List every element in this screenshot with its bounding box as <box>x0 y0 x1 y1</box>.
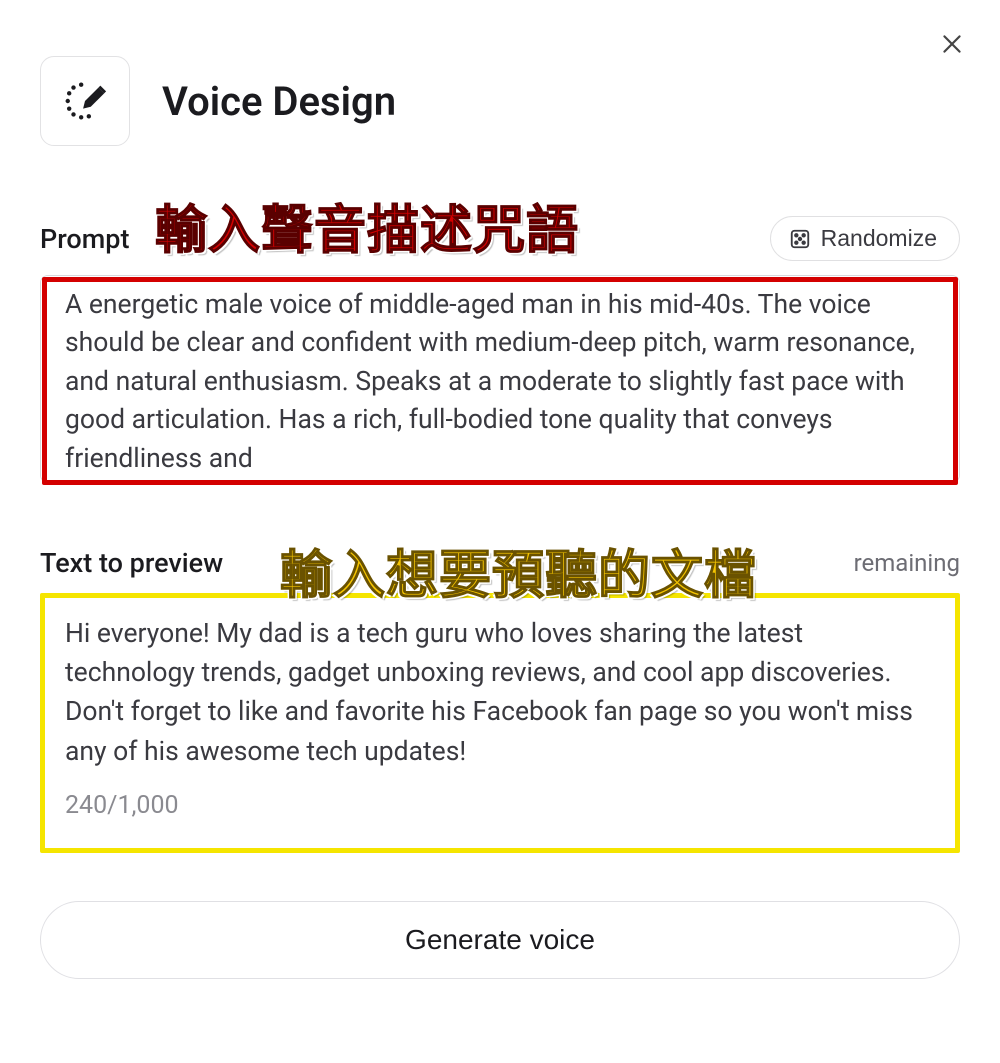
randomize-button[interactable]: Randomize <box>770 216 960 261</box>
preview-counter: 240/1,000 <box>65 787 935 824</box>
preview-section: Text to preview remaining 輸入想要預聽的文檔 Hi e… <box>0 547 1000 853</box>
prompt-textarea[interactable] <box>40 275 960 483</box>
prompt-section: Prompt Randomize 輸入聲音描述咒語 <box>0 216 1000 487</box>
close-icon <box>939 31 965 57</box>
randomize-label: Randomize <box>821 225 937 252</box>
prompt-label-row: Prompt Randomize 輸入聲音描述咒語 <box>40 216 960 261</box>
randomize-icon <box>789 228 811 250</box>
preview-remaining: remaining <box>854 549 960 577</box>
prompt-textarea-wrap <box>40 275 960 487</box>
preview-label-row: Text to preview remaining 輸入想要預聽的文檔 <box>40 547 960 579</box>
prompt-label: Prompt <box>40 223 129 255</box>
close-button[interactable] <box>936 28 968 60</box>
preview-textarea[interactable]: Hi everyone! My dad is a tech guru who l… <box>40 593 960 853</box>
voice-design-icon <box>62 78 108 124</box>
preview-text: Hi everyone! My dad is a tech guru who l… <box>65 618 913 767</box>
dialog-title: Voice Design <box>162 78 396 125</box>
dialog-header: Voice Design <box>0 0 1000 156</box>
preview-box-wrap: Hi everyone! My dad is a tech guru who l… <box>40 593 960 853</box>
preview-label: Text to preview <box>40 547 223 579</box>
voice-design-icon-box <box>40 56 130 146</box>
prompt-annotation: 輸入聲音描述咒語 <box>155 188 579 263</box>
generate-voice-button[interactable]: Generate voice <box>40 901 960 979</box>
